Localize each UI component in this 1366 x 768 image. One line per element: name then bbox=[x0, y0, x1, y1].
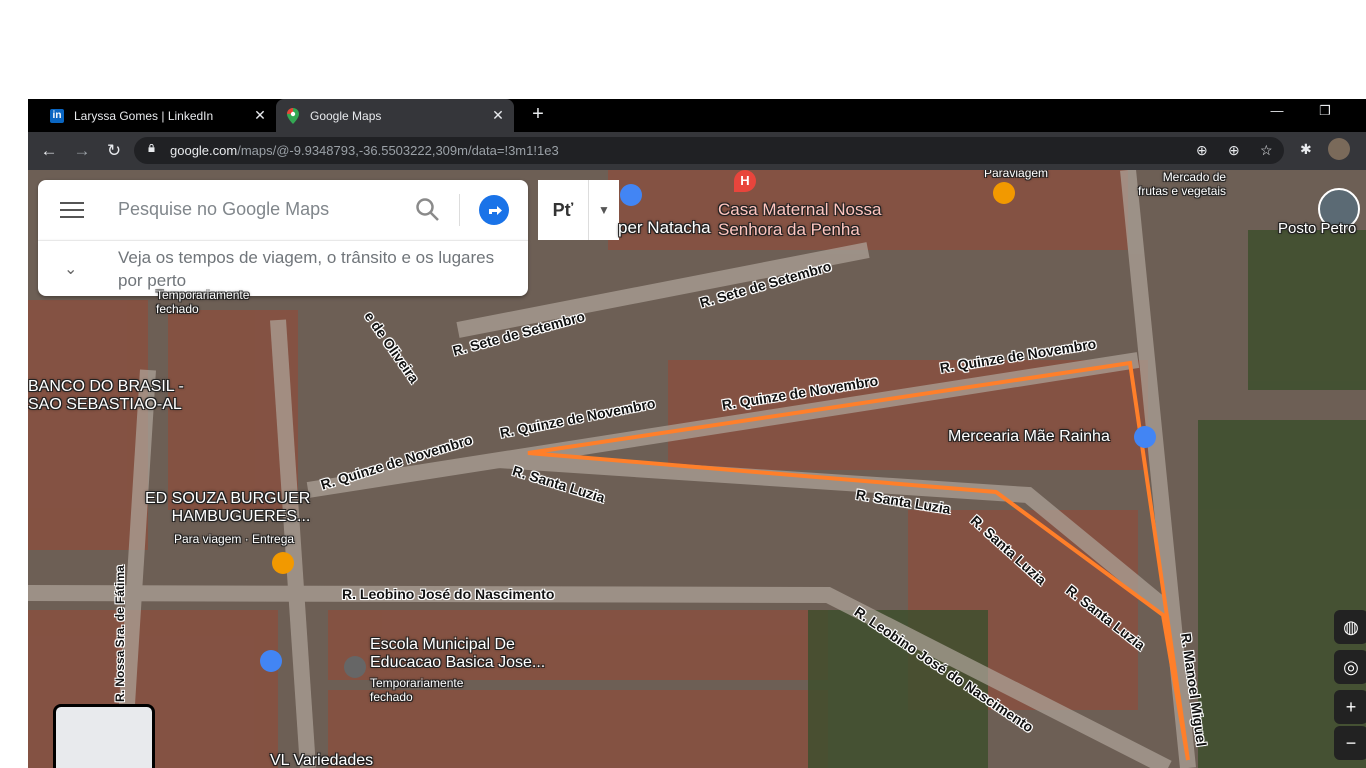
page-margin bbox=[0, 0, 1366, 99]
travel-hint-text: Veja os tempos de viagem, o trânsito e o… bbox=[118, 248, 495, 290]
place-natacha[interactable]: per Natacha bbox=[618, 218, 711, 238]
forward-icon[interactable]: → bbox=[71, 141, 93, 161]
linkedin-icon: in bbox=[50, 108, 64, 123]
hospital-icon[interactable]: H bbox=[734, 170, 756, 192]
place-status: Temporariamente fechado bbox=[370, 676, 464, 704]
place-vl-variedades[interactable]: VL Variedades bbox=[270, 752, 373, 768]
school-icon[interactable] bbox=[344, 656, 366, 678]
profile-avatar[interactable] bbox=[1328, 138, 1350, 160]
place-mercado[interactable]: Mercado de frutas e vegetais bbox=[1138, 170, 1226, 198]
place-ed-souza-service: Para viagem · Entrega bbox=[174, 532, 295, 546]
url-text: google.com/maps/@-9.9348793,-36.5503222,… bbox=[170, 143, 559, 158]
zoom-in-icon[interactable]: + bbox=[1334, 690, 1366, 724]
directions-icon[interactable] bbox=[479, 195, 509, 225]
search-icon[interactable] bbox=[415, 197, 441, 223]
tab-strip: in Laryssa Gomes | LinkedIn ✕ Google Map… bbox=[28, 99, 1366, 132]
tab-title: Google Maps bbox=[310, 108, 382, 123]
search-input[interactable]: Pesquise no Google Maps bbox=[118, 199, 329, 220]
close-icon[interactable]: ✕ bbox=[250, 107, 270, 124]
travel-hint[interactable]: ⌄ Veja os tempos de viagem, o trânsito e… bbox=[38, 240, 528, 296]
street-label: R. Leobino José do Nascimento bbox=[342, 586, 555, 602]
chevron-down-icon[interactable]: ▼ bbox=[588, 180, 619, 240]
restaurant-icon[interactable] bbox=[993, 182, 1015, 204]
reload-icon[interactable]: ↻ bbox=[103, 141, 125, 161]
minimize-button[interactable]: — bbox=[1262, 103, 1292, 118]
bookmark-star-icon[interactable]: ☆ bbox=[1260, 142, 1273, 159]
tab-linkedin[interactable]: in Laryssa Gomes | LinkedIn ✕ bbox=[40, 99, 276, 132]
tab-google-maps[interactable]: Google Maps ✕ bbox=[276, 99, 514, 132]
globe-icon[interactable]: ◍ bbox=[1334, 610, 1366, 644]
shopping-icon[interactable] bbox=[620, 184, 642, 206]
place-posto[interactable]: Posto Petro bbox=[1278, 220, 1356, 237]
chevron-down-icon[interactable]: ⌄ bbox=[64, 259, 77, 279]
zoom-icon[interactable]: ⊕ bbox=[1228, 142, 1240, 159]
shopping-icon[interactable] bbox=[260, 650, 282, 672]
toolbar: ← → ↻ google.com/maps/@-9.9348793,-36.55… bbox=[28, 132, 1366, 170]
restore-button[interactable]: ❐ bbox=[1310, 103, 1340, 119]
zoom-out-icon[interactable]: − bbox=[1334, 726, 1366, 760]
filter-chip[interactable]: Pť bbox=[538, 180, 588, 240]
search-box[interactable]: Pesquise no Google Maps bbox=[38, 180, 528, 240]
map-satellite-view[interactable]: Pesquise no Google Maps ⌄ Veja os tempos… bbox=[28, 170, 1366, 768]
lock-icon bbox=[148, 144, 155, 152]
tab-title: Laryssa Gomes | LinkedIn bbox=[74, 108, 214, 123]
restaurant-icon[interactable] bbox=[272, 552, 294, 574]
back-icon[interactable]: ← bbox=[38, 141, 60, 161]
place-casa-maternal[interactable]: Casa Maternal Nossa Senhora da Penha bbox=[718, 200, 881, 240]
extensions-icon[interactable]: ✱ bbox=[1300, 141, 1312, 158]
place-mercearia[interactable]: Mercearia Mãe Rainha bbox=[948, 428, 1110, 446]
address-bar[interactable]: google.com/maps/@-9.9348793,-36.5503222,… bbox=[134, 137, 1284, 164]
shopping-icon[interactable] bbox=[1134, 426, 1156, 448]
menu-icon[interactable] bbox=[60, 202, 84, 223]
place-banco-brasil[interactable]: BANCO DO BRASIL - SAO SEBASTIAO-AL bbox=[28, 378, 184, 414]
location-target-icon[interactable]: ⊕ bbox=[1196, 142, 1208, 159]
browser-chrome: in Laryssa Gomes | LinkedIn ✕ Google Map… bbox=[28, 99, 1366, 170]
place-escola[interactable]: Escola Municipal De Educacao Basica Jose… bbox=[370, 636, 545, 672]
street-label: R. Nossa Sra. de Fátima bbox=[113, 565, 127, 702]
new-tab-button[interactable]: + bbox=[526, 103, 550, 127]
locate-icon[interactable]: ◎ bbox=[1334, 650, 1366, 684]
close-icon[interactable]: ✕ bbox=[488, 107, 508, 124]
place-status: Temporariamente fechado bbox=[156, 288, 250, 316]
place-ed-souza[interactable]: ED SOUZA BURGUER HAMBUGUERES... bbox=[145, 490, 310, 526]
place-paraviagem[interactable]: Paraviagem bbox=[984, 170, 1048, 180]
layer-switcher-thumbnail[interactable] bbox=[53, 704, 155, 768]
divider bbox=[459, 194, 460, 226]
google-maps-icon bbox=[286, 107, 300, 124]
